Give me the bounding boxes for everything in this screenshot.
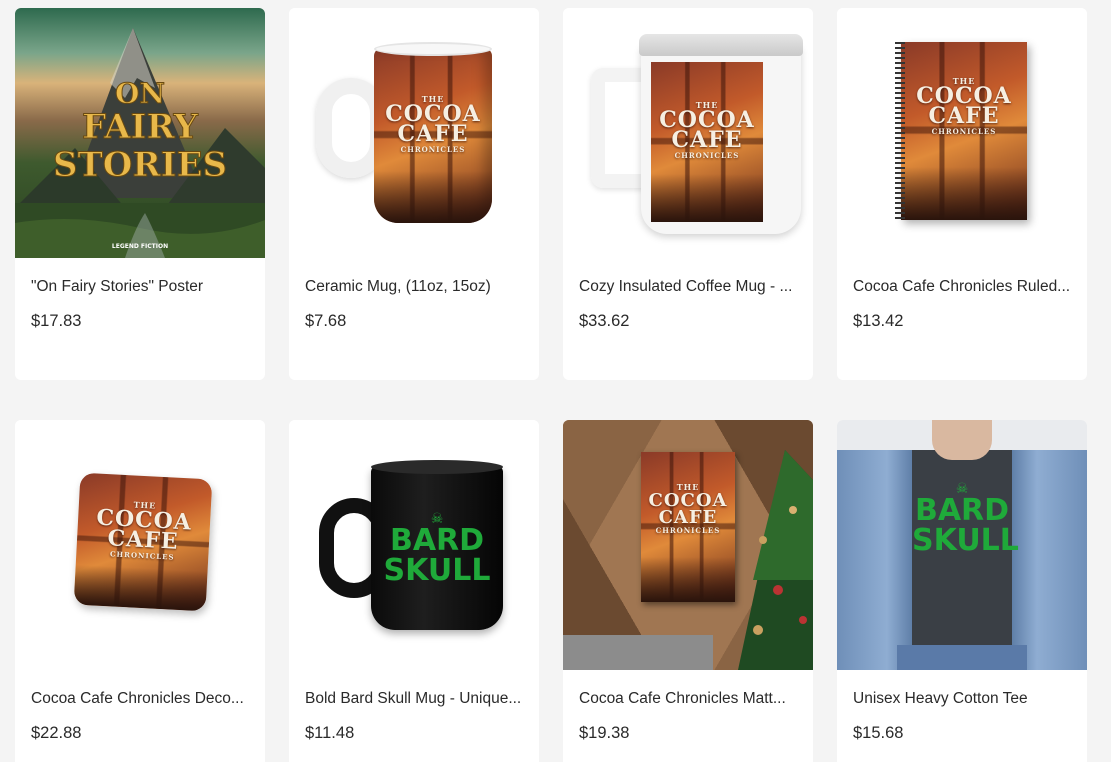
product-card[interactable]: ON FAIRY STORIES LEGEND FICTION "On Fair…	[15, 8, 265, 380]
product-title[interactable]: Unisex Heavy Cotton Tee	[853, 690, 1077, 708]
fairy-stories-poster-image[interactable]: ON FAIRY STORIES LEGEND FICTION	[15, 8, 265, 258]
insulated-mug-image[interactable]: THE COCOA CAFE CHRONICLES	[563, 8, 813, 258]
svg-text:FAIRY: FAIRY	[82, 107, 199, 147]
product-card[interactable]: THE COCOA CAFE CHRONICLES Cocoa Cafe Chr…	[15, 420, 265, 762]
product-title[interactable]: Ceramic Mug, (11oz, 15oz)	[305, 278, 529, 296]
product-title[interactable]: Bold Bard Skull Mug - Unique...	[305, 690, 529, 708]
tshirt-image[interactable]: ☠ BARD SKULL	[837, 420, 1087, 670]
notebook-image[interactable]: THE COCOA CAFE CHRONICLES	[837, 8, 1087, 258]
product-title[interactable]: Cocoa Cafe Chronicles Ruled...	[853, 278, 1077, 296]
skull-mug-image[interactable]: ☠ BARD SKULL	[289, 420, 539, 670]
product-title[interactable]: Cozy Insulated Coffee Mug - ...	[579, 278, 803, 296]
product-price: $33.62	[579, 312, 630, 330]
pillow-image[interactable]: THE COCOA CAFE CHRONICLES	[15, 420, 265, 670]
svg-text:LEGEND FICTION: LEGEND FICTION	[112, 243, 168, 250]
svg-text:STORIES: STORIES	[53, 145, 227, 185]
product-title[interactable]: Cocoa Cafe Chronicles Matt...	[579, 690, 803, 708]
product-price: $19.38	[579, 724, 630, 742]
product-price: $15.68	[853, 724, 904, 742]
product-title[interactable]: "On Fairy Stories" Poster	[31, 278, 255, 296]
matte-poster-image[interactable]: THE COCOA CAFE CHRONICLES	[563, 420, 813, 670]
product-price: $22.88	[31, 724, 82, 742]
svg-text:ON: ON	[115, 77, 165, 110]
product-grid: ON FAIRY STORIES LEGEND FICTION "On Fair…	[0, 0, 1111, 762]
product-title[interactable]: Cocoa Cafe Chronicles Deco...	[31, 690, 255, 708]
product-price: $11.48	[305, 724, 355, 742]
product-card[interactable]: THE COCOA CAFE CHRONICLES Ceramic Mug, (…	[289, 8, 539, 380]
product-price: $13.42	[853, 312, 904, 330]
product-card[interactable]: ☠ BARD SKULL Bold Bard Skull Mug - Uniqu…	[289, 420, 539, 762]
ceramic-mug-image[interactable]: THE COCOA CAFE CHRONICLES	[289, 8, 539, 258]
product-card[interactable]: ☠ BARD SKULL Unisex Heavy Cotton Tee $15…	[837, 420, 1087, 762]
product-card[interactable]: THE COCOA CAFE CHRONICLES Cocoa Cafe Chr…	[563, 420, 813, 762]
product-price: $7.68	[305, 312, 347, 330]
product-card[interactable]: THE COCOA CAFE CHRONICLES Cozy Insulated…	[563, 8, 813, 380]
product-price: $17.83	[31, 312, 82, 330]
product-card[interactable]: THE COCOA CAFE CHRONICLES Cocoa Cafe Chr…	[837, 8, 1087, 380]
